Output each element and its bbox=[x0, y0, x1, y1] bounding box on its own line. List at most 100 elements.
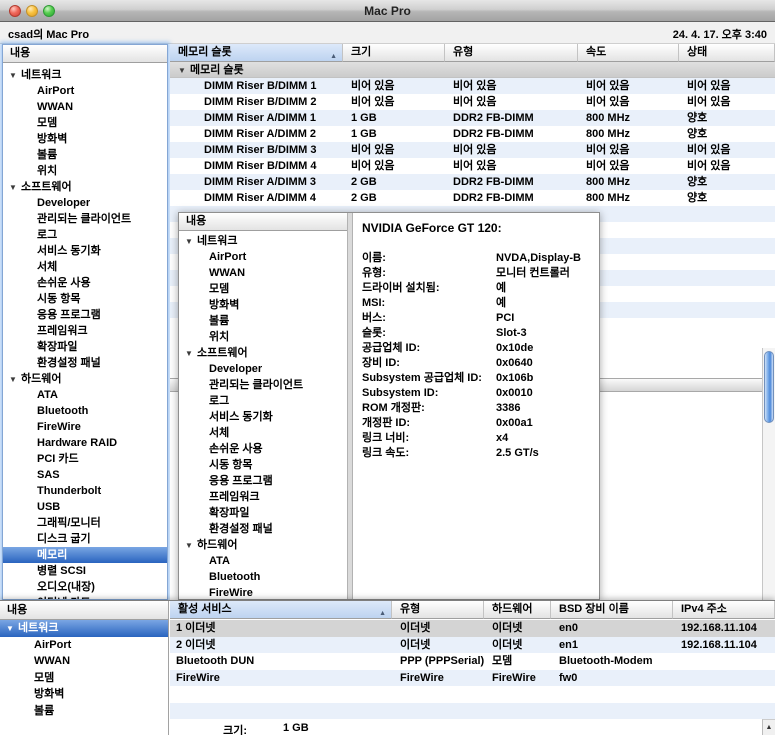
sidebar-tree-item[interactable]: 메모리 bbox=[3, 547, 167, 563]
disclosure-triangle-icon[interactable]: ▼ bbox=[9, 372, 21, 387]
sidebar-tree-item[interactable]: 오디오(내장) bbox=[3, 579, 167, 595]
column-header[interactable]: 메모리 슬롯▲ bbox=[170, 44, 343, 62]
column-header[interactable]: 크기 bbox=[343, 44, 445, 62]
sidebar-tree-item[interactable]: 서비스 동기화 bbox=[3, 243, 167, 259]
sidebar-tree-item[interactable]: 볼륨 bbox=[3, 147, 167, 163]
sidebar-tree-item[interactable]: 모뎀 bbox=[0, 670, 168, 687]
sidebar-tree-item[interactable]: ▼소프트웨어 bbox=[179, 345, 347, 361]
sidebar-tree-item[interactable]: 로그 bbox=[179, 393, 347, 409]
table-group-row[interactable]: ▼메모리 슬롯 bbox=[170, 62, 775, 78]
sidebar-tree-item[interactable]: PCI 카드 bbox=[3, 451, 167, 467]
sidebar-tree-item[interactable]: Hardware RAID bbox=[3, 435, 167, 451]
sidebar-tree-item[interactable]: FireWire bbox=[3, 419, 167, 435]
sidebar-tree-item[interactable]: FireWire bbox=[179, 585, 347, 599]
sidebar-tree-item[interactable]: 환경설정 패널 bbox=[3, 355, 167, 371]
column-header[interactable]: IPv4 주소 bbox=[673, 601, 775, 619]
table-row[interactable]: Bluetooth DUNPPP (PPPSerial)모뎀Bluetooth-… bbox=[170, 653, 775, 670]
sidebar-tree-item[interactable]: Bluetooth bbox=[179, 569, 347, 585]
table-row[interactable]: DIMM Riser A/DIMM 42 GBDDR2 FB-DIMM800 M… bbox=[170, 190, 775, 206]
disclosure-triangle-icon[interactable]: ▼ bbox=[185, 346, 197, 361]
title-bar[interactable]: Mac Pro bbox=[0, 0, 775, 22]
table-row[interactable]: DIMM Riser B/DIMM 2비어 있음비어 있음비어 있음비어 있음 bbox=[170, 94, 775, 110]
sidebar-tree-item[interactable]: 관리되는 클라이언트 bbox=[179, 377, 347, 393]
table-row[interactable]: DIMM Riser B/DIMM 1비어 있음비어 있음비어 있음비어 있음 bbox=[170, 78, 775, 94]
sidebar-tree-item[interactable]: 응용 프로그램 bbox=[179, 473, 347, 489]
sidebar-tree-item[interactable]: Bluetooth bbox=[3, 403, 167, 419]
sidebar-tree-item[interactable]: 확장파일 bbox=[3, 339, 167, 355]
sidebar-tree-item[interactable]: 응용 프로그램 bbox=[3, 307, 167, 323]
sidebar-tree-item[interactable]: USB bbox=[3, 499, 167, 515]
disclosure-triangle-icon[interactable]: ▼ bbox=[185, 538, 197, 553]
column-header[interactable]: 유형 bbox=[445, 44, 578, 62]
sidebar-tree-item[interactable]: 환경설정 패널 bbox=[179, 521, 347, 537]
disclosure-triangle-icon[interactable]: ▼ bbox=[6, 621, 18, 637]
sidebar-tree-item[interactable]: 위치 bbox=[3, 163, 167, 179]
table-row[interactable]: 1 이더넷이더넷이더넷en0192.168.11.104 bbox=[170, 620, 775, 637]
sidebar-tree-item[interactable]: 서비스 동기화 bbox=[179, 409, 347, 425]
sidebar-tree-item[interactable]: 방화벽 bbox=[0, 686, 168, 703]
sidebar-tree-item[interactable]: 확장파일 bbox=[179, 505, 347, 521]
vertical-scrollbar[interactable] bbox=[762, 348, 775, 600]
column-header[interactable]: 하드웨어 bbox=[484, 601, 551, 619]
scrollbar-thumb[interactable] bbox=[764, 351, 774, 423]
table-row[interactable]: DIMM Riser B/DIMM 4비어 있음비어 있음비어 있음비어 있음 bbox=[170, 158, 775, 174]
sidebar-tree-item[interactable]: 프레임워크 bbox=[179, 489, 347, 505]
sidebar-tree-item[interactable]: ▼네트워크 bbox=[0, 620, 168, 637]
sidebar-tree-item[interactable]: ▼네트워크 bbox=[179, 233, 347, 249]
sidebar-tree-item[interactable]: ▼하드웨어 bbox=[3, 371, 167, 387]
sidebar-tree-item[interactable]: AirPort bbox=[3, 83, 167, 99]
sidebar-tree-item[interactable]: 디스크 굽기 bbox=[3, 531, 167, 547]
sidebar-tree-item[interactable]: ATA bbox=[179, 553, 347, 569]
sidebar-tree-item[interactable]: Thunderbolt bbox=[3, 483, 167, 499]
sidebar-tree-item[interactable]: WWAN bbox=[0, 653, 168, 670]
sidebar-tree-item[interactable]: 서체 bbox=[179, 425, 347, 441]
sidebar-tree-item[interactable]: AirPort bbox=[0, 637, 168, 654]
sidebar-tree-item[interactable]: 병렬 SCSI bbox=[3, 563, 167, 579]
contents-header[interactable]: 내용 bbox=[3, 45, 167, 63]
table-row[interactable]: FireWireFireWireFireWirefw0 bbox=[170, 670, 775, 687]
table-row[interactable]: 2 이더넷이더넷이더넷en1192.168.11.104 bbox=[170, 637, 775, 654]
disclosure-triangle-icon[interactable]: ▼ bbox=[185, 234, 197, 249]
table-row[interactable]: DIMM Riser A/DIMM 32 GBDDR2 FB-DIMM800 M… bbox=[170, 174, 775, 190]
sidebar-tree-item[interactable]: 위치 bbox=[179, 329, 347, 345]
sidebar-tree-item[interactable]: WWAN bbox=[3, 99, 167, 115]
sidebar-tree-item[interactable]: Developer bbox=[179, 361, 347, 377]
disclosure-triangle-icon[interactable]: ▼ bbox=[9, 68, 21, 83]
column-header[interactable]: 상태 bbox=[679, 44, 775, 62]
scroll-up-arrow-icon[interactable]: ▲ bbox=[762, 719, 775, 735]
contents-header[interactable]: 내용 bbox=[179, 213, 347, 231]
sidebar-tree-item[interactable]: SAS bbox=[3, 467, 167, 483]
table-row[interactable]: DIMM Riser A/DIMM 11 GBDDR2 FB-DIMM800 M… bbox=[170, 110, 775, 126]
sidebar-tree-item[interactable]: 서체 bbox=[3, 259, 167, 275]
sidebar-tree-item[interactable]: 모뎀 bbox=[179, 281, 347, 297]
sidebar-tree-item[interactable]: 손쉬운 사용 bbox=[179, 441, 347, 457]
column-header[interactable]: 유형 bbox=[392, 601, 484, 619]
sidebar-tree-item[interactable]: AirPort bbox=[179, 249, 347, 265]
sidebar-tree-item[interactable]: 시동 항목 bbox=[179, 457, 347, 473]
sidebar-tree-item[interactable]: WWAN bbox=[179, 265, 347, 281]
sidebar-tree-item[interactable]: ▼하드웨어 bbox=[179, 537, 347, 553]
sidebar-tree-item[interactable]: 볼륨 bbox=[179, 313, 347, 329]
table-row[interactable]: DIMM Riser A/DIMM 21 GBDDR2 FB-DIMM800 M… bbox=[170, 126, 775, 142]
sidebar-tree-item[interactable]: 시동 항목 bbox=[3, 291, 167, 307]
sidebar-tree-item[interactable]: 로그 bbox=[3, 227, 167, 243]
contents-header[interactable]: 내용 bbox=[0, 601, 168, 620]
sidebar-tree-item[interactable]: 볼륨 bbox=[0, 703, 168, 720]
sidebar-tree-item[interactable]: 손쉬운 사용 bbox=[3, 275, 167, 291]
sidebar-tree-item[interactable]: 방화벽 bbox=[179, 297, 347, 313]
sidebar-tree-item[interactable]: ATA bbox=[3, 387, 167, 403]
sidebar-tree-item[interactable]: Developer bbox=[3, 195, 167, 211]
table-row[interactable]: DIMM Riser B/DIMM 3비어 있음비어 있음비어 있음비어 있음 bbox=[170, 142, 775, 158]
column-header[interactable]: 속도 bbox=[578, 44, 679, 62]
sidebar-tree-item[interactable]: ▼소프트웨어 bbox=[3, 179, 167, 195]
sidebar-tree-item[interactable]: ▼네트워크 bbox=[3, 67, 167, 83]
sidebar-tree-item[interactable]: 관리되는 클라이언트 bbox=[3, 211, 167, 227]
column-header[interactable]: 활성 서비스▲ bbox=[170, 601, 392, 619]
sidebar-tree-item[interactable]: 모뎀 bbox=[3, 115, 167, 131]
column-header[interactable]: BSD 장비 이름 bbox=[551, 601, 673, 619]
sidebar-tree-item[interactable]: 그래픽/모니터 bbox=[3, 515, 167, 531]
sidebar-tree-item[interactable]: 방화벽 bbox=[3, 131, 167, 147]
disclosure-triangle-icon[interactable]: ▼ bbox=[9, 180, 21, 195]
disclosure-triangle-icon[interactable]: ▼ bbox=[178, 63, 190, 79]
sidebar-tree-item[interactable]: 프레임워크 bbox=[3, 323, 167, 339]
